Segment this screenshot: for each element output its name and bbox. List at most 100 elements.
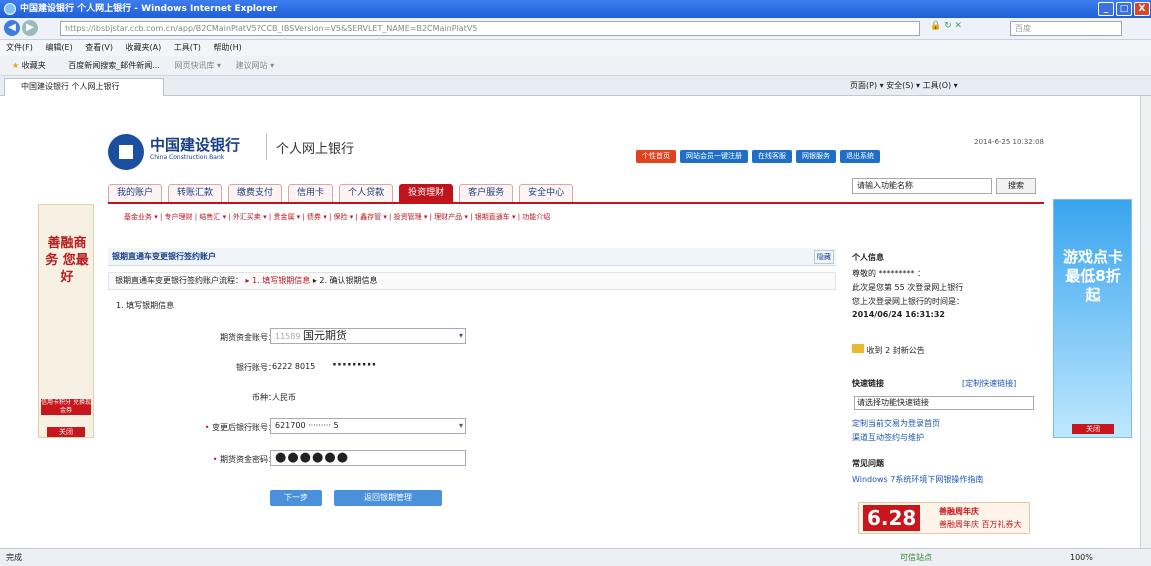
back-to-futures-button[interactable]: 返回银期管理	[334, 490, 442, 506]
password-row: • 期货资金密码： ●●●●●●	[108, 450, 836, 470]
tab-investment[interactable]: 投资理财	[399, 184, 454, 202]
menu-edit[interactable]: 编辑(E)	[45, 43, 72, 52]
favorites-button[interactable]: 收藏夹	[22, 61, 46, 70]
new-account-select[interactable]: 621700 ········· 5	[270, 418, 466, 434]
ccb-logo-icon	[108, 134, 144, 170]
promo-sub: 善融周年庆 百万礼券大	[939, 520, 1022, 529]
close-button[interactable]: X	[1134, 2, 1150, 16]
futures-company: 国元期货	[303, 329, 347, 342]
bank-account-row: 银行账号： 6222 8015 ·········	[108, 358, 836, 378]
bank-account-value: 6222 8015	[272, 362, 316, 371]
tab-customer-service[interactable]: 客户服务	[459, 184, 514, 202]
back-icon[interactable]: ◀	[4, 20, 20, 36]
status-bar: 完成 可信站点 100%	[0, 548, 1151, 566]
search-input[interactable]: 百度	[1010, 21, 1122, 36]
required-icon: •	[204, 423, 210, 432]
collapse-button[interactable]: 隐藏	[814, 250, 834, 264]
quicklink-channel[interactable]: 渠道互动签约与维护	[852, 432, 924, 443]
favorite-item[interactable]: 建议网站 ▾	[236, 61, 275, 70]
online-service-link[interactable]: 在线客服	[752, 150, 792, 163]
faq-title: 常见问题	[852, 459, 884, 468]
personal-home-link[interactable]: 个性首页	[636, 150, 676, 163]
required-icon: •	[212, 455, 218, 464]
flow-label: 银期直通车变更银行签约账户流程：	[115, 276, 243, 285]
product-title: 个人网上银行	[276, 142, 355, 157]
promo-banner[interactable]: 6.28 善融周年庆 善融周年庆 百万礼券大	[858, 502, 1030, 534]
step-title: 1. 填写银期信息	[116, 301, 175, 310]
tab-payment[interactable]: 缴费支付	[228, 184, 283, 202]
logout-link[interactable]: 退出系统	[840, 150, 880, 163]
menu-file[interactable]: 文件(F)	[6, 43, 33, 52]
futures-account-row: 期货资金账号： 11589 国元期货	[108, 328, 836, 348]
tab-my-account[interactable]: 我的账户	[108, 184, 163, 202]
command-bar[interactable]: 页面(P) ▾ 安全(S) ▾ 工具(O) ▾	[850, 76, 958, 96]
quicklinks-title: 快速链接	[852, 379, 884, 388]
quicklink-homepage[interactable]: 定制当前交易为登录首页	[852, 418, 940, 429]
function-search-button[interactable]: 搜索	[996, 178, 1036, 194]
form-area: 银期直通车变更银行签约账户 隐藏 银期直通车变更银行签约账户流程： ▸ 1. 填…	[108, 248, 836, 528]
futures-account-select[interactable]: 11589 国元期货	[270, 328, 466, 344]
top-links: 个性首页 网站会员一键注册 在线客服 网银服务 退出系统	[636, 150, 1044, 164]
vertical-scrollbar[interactable]	[1140, 96, 1151, 548]
security-lock-icon[interactable]: 🔒 ↻ ✕	[930, 21, 1000, 36]
menu-tools[interactable]: 工具(T)	[174, 43, 201, 52]
menu-help[interactable]: 帮助(H)	[213, 43, 241, 52]
tab-transfer[interactable]: 转账汇款	[168, 184, 223, 202]
forward-icon[interactable]: ▶	[22, 20, 38, 36]
url-input[interactable]: https://ibsbjstar.ccb.com.cn/app/B2CMain…	[60, 21, 920, 36]
favorites-star-icon[interactable]: ★	[12, 61, 19, 70]
function-search-input[interactable]: 请输入功能名称	[852, 178, 992, 194]
favorite-item[interactable]: 百度新闻搜索_邮件新闻...	[68, 61, 160, 70]
right-ad-banner[interactable]: 游戏点卡 最低8折起 关闭	[1053, 199, 1132, 438]
flow-step-next: ▸ 2. 确认银期信息	[312, 276, 378, 285]
last-login-time: 2014/06/24 16:31:32	[852, 310, 945, 319]
header-divider	[266, 134, 267, 160]
bank-header: 中国建设银行 China Construction Bank 个人网上银行 20…	[108, 124, 1044, 176]
favorites-bar: ★ 收藏夹 百度新闻搜索_邮件新闻... 网页快讯库 ▾ 建议网站 ▾	[0, 56, 1151, 76]
ebank-service-link[interactable]: 网银服务	[796, 150, 836, 163]
menu-view[interactable]: 查看(V)	[85, 43, 113, 52]
left-ad-banner[interactable]: 善融商务 您最好 信用卡积分 兑换现金券 关闭	[38, 204, 94, 438]
zoom-level[interactable]: 100%	[1070, 549, 1093, 566]
futures-account-value: 11589	[275, 332, 301, 341]
login-count: 此次是您第 55 次登录网上银行	[852, 283, 964, 292]
ie-icon	[4, 3, 16, 15]
window-title: 中国建设银行 个人网上银行 - Windows Internet Explore…	[20, 4, 278, 14]
tab-credit-card[interactable]: 信用卡	[288, 184, 334, 202]
sub-nav[interactable]: 基金业务 ▾ | 专户理财 | 结售汇 ▾ | 外汇买卖 ▾ | 贵金属 ▾ |…	[124, 212, 824, 226]
greeting: 尊敬的 ********* ：	[852, 269, 926, 278]
customize-quicklinks-link[interactable]: [定制快速链接]	[962, 378, 1016, 389]
personal-info-title: 个人信息	[852, 253, 884, 262]
new-account-label-wrap: • 变更后银行账号：	[205, 422, 276, 433]
left-ad-badge: 信用卡积分 兑换现金券	[41, 399, 91, 415]
faq-item[interactable]: Windows 7系统环境下网银操作指南	[852, 474, 983, 485]
password-input[interactable]: ●●●●●●	[270, 450, 466, 466]
currency-row: 币种： 人民币	[108, 388, 836, 408]
menu-bar: 文件(F) 编辑(E) 查看(V) 收藏夹(A) 工具(T) 帮助(H)	[0, 40, 1151, 56]
status-text: 完成	[6, 553, 22, 562]
mail-icon	[852, 344, 864, 353]
next-button[interactable]: 下一步	[270, 490, 322, 506]
new-account-label: 变更后银行账号：	[212, 423, 276, 432]
flow-step-current: ▸ 1. 填写银期信息	[245, 276, 311, 285]
section-title: 银期直通车变更银行签约账户	[108, 248, 836, 266]
member-register-link[interactable]: 网站会员一键注册	[680, 150, 748, 163]
notice-row[interactable]: 收到 2 封新公告	[852, 344, 925, 356]
password-label: 期货资金密码：	[220, 455, 276, 464]
promo-date: 6.28	[863, 505, 921, 531]
favorite-item[interactable]: 网页快讯库 ▾	[174, 61, 221, 70]
menu-favorites[interactable]: 收藏夹(A)	[126, 43, 162, 52]
currency-value: 人民币	[272, 393, 296, 402]
new-account-row: • 变更后银行账号： 621700 ········· 5	[108, 418, 836, 438]
minimize-button[interactable]: _	[1098, 2, 1114, 16]
address-bar: ◀ ▶ https://ibsbjstar.ccb.com.cn/app/B2C…	[0, 18, 1151, 40]
trusted-zone: 可信站点	[900, 553, 932, 562]
maximize-button[interactable]: □	[1116, 2, 1132, 16]
quicklinks-select[interactable]: 请选择功能快速链接	[854, 396, 1034, 410]
tab-security[interactable]: 安全中心	[519, 184, 574, 202]
right-sidebar: 个人信息 尊敬的 ********* ： 此次是您第 55 次登录网上银行 您上…	[852, 248, 1038, 538]
tab-loan[interactable]: 个人贷款	[339, 184, 394, 202]
browser-tab[interactable]: 中国建设银行 个人网上银行	[4, 78, 164, 96]
left-ad-close[interactable]: 关闭	[47, 427, 85, 437]
right-ad-close[interactable]: 关闭	[1072, 424, 1114, 434]
